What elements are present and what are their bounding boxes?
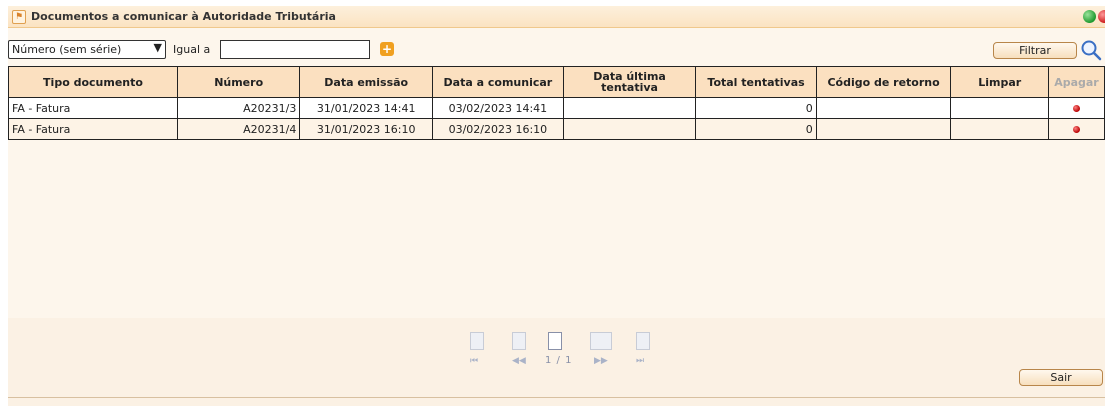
title-bar: ⚑ Documentos a comunicar à Autoridade Tr… bbox=[8, 6, 1105, 28]
divider bbox=[8, 397, 1105, 398]
cell-codigo-retorno bbox=[815, 118, 952, 140]
add-filter-icon[interactable]: + bbox=[380, 42, 394, 56]
window-controls bbox=[1083, 10, 1105, 23]
documents-window: ⚑ Documentos a comunicar à Autoridade Tr… bbox=[8, 6, 1105, 406]
column-header-tipo[interactable]: Tipo documento bbox=[8, 66, 178, 98]
first-page-icon[interactable]: ⏮ bbox=[470, 356, 478, 366]
cell-tipo: FA - Fatura bbox=[8, 118, 178, 140]
delete-icon[interactable] bbox=[1072, 104, 1080, 112]
cell-data-comunicar: 03/02/2023 14:41 bbox=[432, 97, 564, 119]
filter-field-value: Número (sem série) bbox=[12, 43, 122, 56]
column-header-data-emissao[interactable]: Data emissão bbox=[299, 66, 434, 98]
table-row[interactable]: FA - Fatura A20231/3 31/01/2023 14:41 03… bbox=[8, 97, 1105, 119]
column-header-apagar: Apagar bbox=[1047, 66, 1105, 98]
column-header-data-ultima[interactable]: Data última tentativa bbox=[562, 66, 697, 98]
cell-data-comunicar: 03/02/2023 16:10 bbox=[432, 118, 564, 140]
documents-grid: Tipo documento Número Data emissão Data … bbox=[8, 66, 1105, 140]
chevron-down-icon: ▼ bbox=[153, 41, 162, 54]
pagination: ⏮ ◀◀ 1 / 1 ▶▶ ⏭ bbox=[468, 332, 668, 372]
last-page-page-icon bbox=[636, 332, 650, 350]
cell-data-ultima bbox=[562, 97, 697, 119]
filter-bar: Número (sem série) ▼ Igual a + Filtrar bbox=[8, 40, 1105, 62]
exit-button[interactable]: Sair bbox=[1019, 369, 1103, 386]
maximize-icon[interactable] bbox=[1083, 10, 1096, 23]
search-icon[interactable] bbox=[1079, 39, 1103, 61]
close-icon[interactable] bbox=[1098, 10, 1105, 23]
column-header-total-tentativas[interactable]: Total tentativas bbox=[695, 66, 817, 98]
cell-total-tentativas: 0 bbox=[695, 118, 817, 140]
filter-operator-label: Igual a bbox=[173, 43, 211, 56]
cell-data-emissao: 31/01/2023 16:10 bbox=[299, 118, 434, 140]
current-page-page-icon bbox=[548, 332, 562, 350]
cell-limpar[interactable] bbox=[950, 97, 1049, 119]
column-header-codigo-retorno[interactable]: Código de retorno bbox=[815, 66, 952, 98]
column-header-numero[interactable]: Número bbox=[176, 66, 301, 98]
next-page-page-icon bbox=[590, 332, 612, 350]
column-header-limpar[interactable]: Limpar bbox=[950, 66, 1049, 98]
cell-codigo-retorno bbox=[815, 97, 952, 119]
cell-apagar[interactable] bbox=[1047, 118, 1105, 140]
cell-limpar[interactable] bbox=[950, 118, 1049, 140]
cell-data-ultima bbox=[562, 118, 697, 140]
first-page-page-icon bbox=[470, 332, 484, 350]
table-header-row: Tipo documento Número Data emissão Data … bbox=[8, 66, 1105, 98]
filter-value-input[interactable] bbox=[220, 40, 370, 59]
cell-numero: A20231/3 bbox=[176, 97, 301, 119]
cell-apagar[interactable] bbox=[1047, 97, 1105, 119]
pager-area: ⏮ ◀◀ 1 / 1 ▶▶ ⏭ Sair bbox=[8, 318, 1105, 406]
cell-data-emissao: 31/01/2023 14:41 bbox=[299, 97, 434, 119]
table-row[interactable]: FA - Fatura A20231/4 31/01/2023 16:10 03… bbox=[8, 118, 1105, 140]
cell-tipo: FA - Fatura bbox=[8, 97, 178, 119]
cell-numero: A20231/4 bbox=[176, 118, 301, 140]
next-page-icon[interactable]: ▶▶ bbox=[594, 356, 608, 366]
last-page-icon[interactable]: ⏭ bbox=[636, 356, 644, 366]
document-app-icon: ⚑ bbox=[12, 9, 26, 24]
column-header-data-comunicar[interactable]: Data a comunicar bbox=[432, 66, 564, 98]
page-indicator: 1 / 1 bbox=[545, 355, 573, 366]
filter-field-select[interactable]: Número (sem série) ▼ bbox=[8, 40, 166, 59]
window-title: Documentos a comunicar à Autoridade Trib… bbox=[31, 10, 336, 23]
prev-page-page-icon bbox=[512, 332, 526, 350]
cell-total-tentativas: 0 bbox=[695, 97, 817, 119]
delete-icon[interactable] bbox=[1072, 125, 1080, 133]
filter-button[interactable]: Filtrar bbox=[993, 42, 1077, 59]
previous-page-icon[interactable]: ◀◀ bbox=[512, 356, 526, 366]
